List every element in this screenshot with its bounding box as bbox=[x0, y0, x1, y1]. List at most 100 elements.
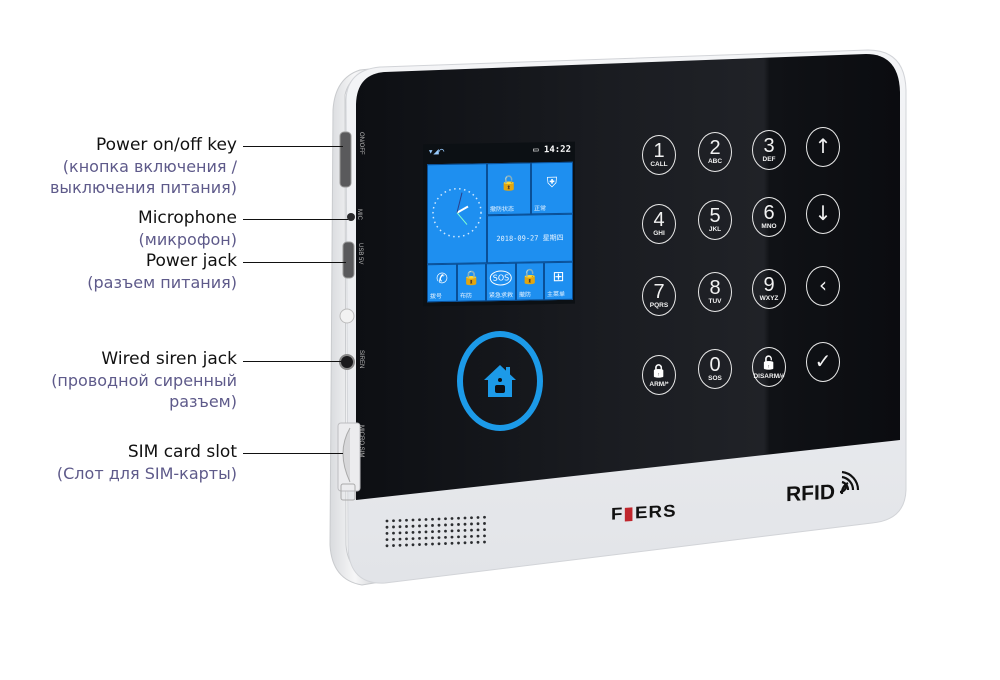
grille-hole bbox=[457, 516, 460, 520]
brand-logo: F▮ERS bbox=[611, 501, 677, 524]
grille-hole bbox=[411, 543, 415, 547]
grille-hole bbox=[450, 517, 454, 520]
side-label-sim: MICRO SIM bbox=[358, 425, 364, 458]
tile-dial[interactable]: ✆ 拨号 bbox=[427, 263, 457, 303]
grille-hole bbox=[431, 536, 434, 540]
grille-hole bbox=[424, 542, 428, 546]
down-icon: ↓ bbox=[814, 201, 832, 225]
callout-ru: (проводной сиренный bbox=[51, 371, 237, 390]
grille-hole bbox=[463, 516, 467, 520]
grille-hole bbox=[457, 523, 460, 526]
grille-hole bbox=[437, 530, 441, 533]
tile-label: 正常 bbox=[534, 205, 547, 213]
power-key-port bbox=[339, 131, 352, 188]
key-letters: DISARM/# bbox=[753, 373, 785, 380]
tile-label: 撤防 bbox=[519, 291, 532, 299]
tile-main-menu[interactable]: ⊞ 主菜单 bbox=[544, 261, 573, 301]
grille-hole bbox=[424, 524, 428, 528]
key-letters: SOS bbox=[708, 375, 722, 382]
leader-line bbox=[243, 146, 343, 148]
status-time: ▭ 14:22 bbox=[533, 144, 571, 156]
leader-line bbox=[243, 453, 343, 455]
key-3[interactable]: 3 DEF bbox=[752, 130, 786, 170]
grille-hole bbox=[450, 541, 454, 545]
key-confirm[interactable]: ✓ bbox=[806, 342, 840, 382]
rfid-waves-icon bbox=[839, 470, 860, 495]
key-0[interactable]: 0 SOS bbox=[698, 349, 732, 389]
grille-hole bbox=[385, 544, 389, 548]
unlock-icon: 🔓 bbox=[521, 269, 539, 287]
key-up[interactable]: ↑ bbox=[806, 127, 840, 167]
key-letters: TUV bbox=[708, 298, 722, 305]
tile-disarm[interactable]: 🔓 撤防 bbox=[516, 262, 544, 301]
grille-hole bbox=[418, 524, 421, 528]
key-back[interactable]: ‹ bbox=[806, 266, 840, 306]
key-letters: CALL bbox=[650, 161, 668, 168]
grille-hole bbox=[483, 540, 486, 544]
grille-hole bbox=[411, 531, 415, 534]
callout-ru: (Слот для SIM-карты) bbox=[56, 464, 237, 483]
key-4[interactable]: 4 GHI bbox=[642, 204, 676, 244]
key-9[interactable]: 9 WXYZ bbox=[752, 269, 786, 309]
callout-power-key: Power on/off key (кнопка включения / вык… bbox=[50, 135, 237, 198]
grille-hole bbox=[444, 517, 447, 521]
grille-hole bbox=[405, 525, 408, 528]
key-digit: 8 bbox=[709, 277, 721, 299]
grille-hole bbox=[411, 537, 415, 540]
key-disarm[interactable]: 🔓 DISARM/# bbox=[752, 347, 786, 387]
disarm-icon: 🔓 bbox=[760, 355, 778, 370]
grille-hole bbox=[437, 517, 441, 521]
key-digit: 0 bbox=[709, 354, 721, 376]
callout-en: Power jack bbox=[145, 251, 237, 271]
key-5[interactable]: 5 JKL bbox=[698, 200, 732, 240]
clock-icon bbox=[432, 187, 482, 238]
key-digit: 5 bbox=[709, 205, 721, 227]
callout-sim-slot: SIM card slot (Слот для SIM-карты) bbox=[57, 442, 237, 484]
unlock-icon: 🔓 bbox=[500, 175, 518, 192]
key-1[interactable]: 1 CALL bbox=[642, 135, 676, 175]
lcd-screen: ▾◢◠ ▭ 14:22 🔓 撤防状态 ⛨ 正常 2018-09-27 星期四 ✆… bbox=[423, 141, 575, 307]
key-7[interactable]: 7 PQRS bbox=[642, 276, 676, 316]
key-letters: WXYZ bbox=[759, 295, 779, 302]
key-arm[interactable]: 🔒 ARM/* bbox=[642, 355, 676, 395]
key-2[interactable]: 2 ABC bbox=[698, 132, 732, 172]
key-6[interactable]: 6 MNO bbox=[752, 197, 786, 237]
grille-hole bbox=[398, 519, 402, 522]
key-letters: PQRS bbox=[649, 302, 669, 309]
rfid-label: RFID bbox=[786, 480, 835, 507]
grille-hole bbox=[457, 529, 460, 533]
tile-arm[interactable]: 🔒 布防 bbox=[457, 263, 486, 302]
date-text: 2018-09-27 星期四 bbox=[496, 234, 564, 244]
shield-icon: ⛨ bbox=[546, 174, 558, 192]
grille-hole bbox=[483, 522, 486, 525]
grille-hole bbox=[392, 537, 395, 541]
tile-sos[interactable]: SOS 紧急求救 bbox=[486, 262, 516, 302]
grille-hole bbox=[444, 529, 447, 533]
tile-clock[interactable] bbox=[427, 163, 487, 265]
grille-hole bbox=[385, 525, 389, 529]
grille-hole bbox=[463, 522, 467, 526]
home-button[interactable] bbox=[457, 331, 543, 431]
key-digit: 7 bbox=[653, 281, 665, 303]
phone-icon: ✆ bbox=[436, 271, 448, 288]
grille-hole bbox=[437, 523, 441, 527]
grille-hole bbox=[476, 540, 480, 544]
key-letters: ABC bbox=[707, 158, 723, 165]
grille-hole bbox=[411, 518, 415, 522]
key-down[interactable]: ↓ bbox=[806, 194, 840, 234]
tile-normal[interactable]: ⛨ 正常 bbox=[531, 161, 573, 215]
grille-hole bbox=[444, 523, 447, 527]
grille-hole bbox=[457, 541, 460, 545]
siren-jack-port bbox=[339, 354, 355, 370]
key-digit: 3 bbox=[763, 135, 775, 157]
callout-ru: (микрофон) bbox=[138, 230, 238, 249]
tile-disarm-status[interactable]: 🔓 撤防状态 bbox=[487, 162, 531, 216]
grille-hole bbox=[483, 515, 486, 519]
key-letters: JKL bbox=[708, 226, 722, 233]
callout-en: Power on/off key bbox=[96, 135, 237, 155]
grille-hole bbox=[405, 543, 408, 547]
grille-hole bbox=[470, 528, 473, 532]
grille-hole bbox=[470, 534, 473, 538]
key-8[interactable]: 8 TUV bbox=[698, 272, 732, 312]
side-label-power: ON/OFF bbox=[358, 132, 364, 155]
